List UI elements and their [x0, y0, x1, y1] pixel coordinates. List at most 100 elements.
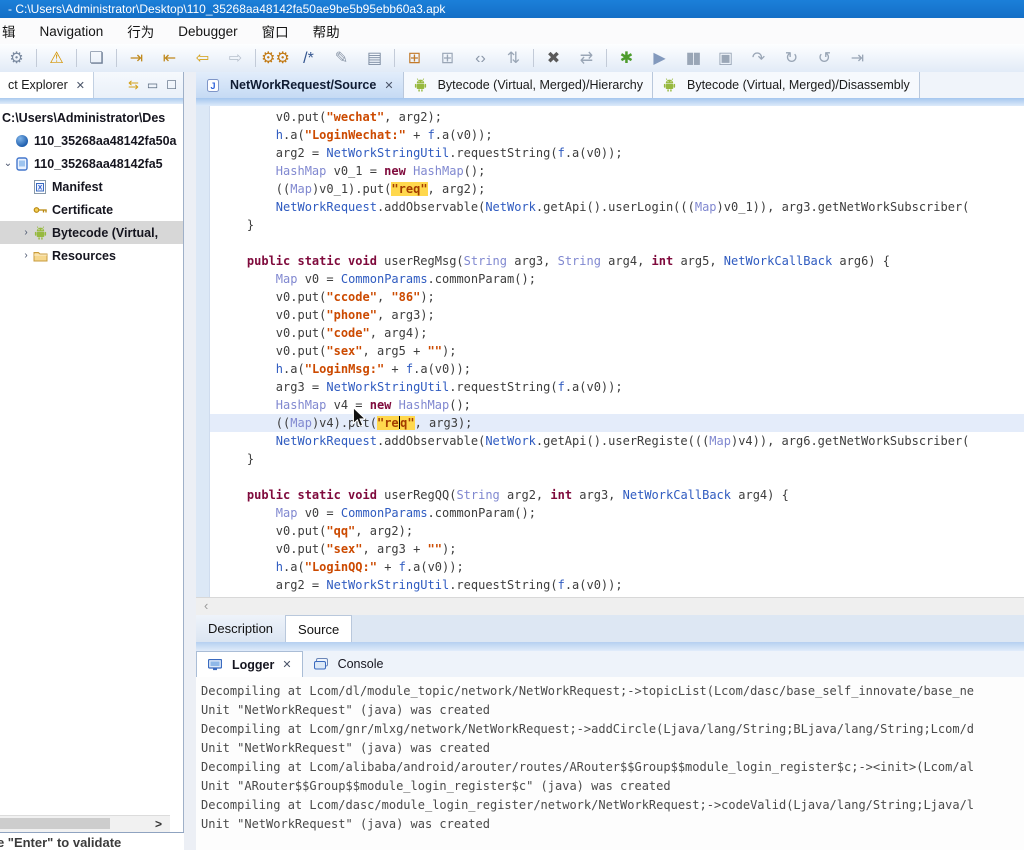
maximize-icon[interactable]: ☐ — [166, 78, 177, 92]
code-line-12[interactable]: v0.put("code", arg4); — [210, 324, 1024, 342]
code-line-6[interactable]: } — [210, 216, 1024, 234]
panel-splitter[interactable] — [184, 72, 196, 850]
explorer-tab-underline — [0, 98, 183, 104]
code-tags-icon[interactable]: ‹› — [464, 45, 497, 72]
log-line-1: Unit "NetWorkRequest" (java) was created — [201, 701, 1024, 720]
code-line-26[interactable]: arg2 = NetWorkStringUtil.requestString(f… — [210, 576, 1024, 594]
step-into-icon[interactable]: ↷ — [742, 45, 775, 72]
stop-icon[interactable]: ▣ — [709, 45, 742, 72]
menu-item-2[interactable]: 行为 — [115, 21, 166, 41]
console-tab-console[interactable]: Console — [303, 651, 394, 677]
close-icon[interactable]: ✕ — [282, 658, 291, 671]
warning-icon[interactable]: ⚠ — [40, 45, 73, 72]
logger-output[interactable]: Decompiling at Lcom/dl/module_topic/netw… — [196, 677, 1024, 850]
code-line-9[interactable]: Map v0 = CommonParams.commonParam(); — [210, 270, 1024, 288]
new-window-icon[interactable]: ❏ — [80, 45, 113, 72]
code-line-24[interactable]: v0.put("sex", arg3 + ""); — [210, 540, 1024, 558]
menu-item-5[interactable]: 帮助 — [301, 21, 352, 41]
editor-horizontal-scrollbar[interactable]: ‹ — [196, 597, 1024, 616]
code-line-5[interactable]: NetWorkRequest.addObservable(NetWork.get… — [210, 198, 1024, 216]
forward-icon[interactable]: ⇨ — [219, 45, 252, 72]
hierarchy-icon[interactable]: ⇅ — [497, 45, 530, 72]
debug-bug-icon[interactable]: ✱ — [610, 45, 643, 72]
code-line-7[interactable] — [210, 234, 1024, 252]
comment-icon[interactable]: /* — [292, 45, 325, 72]
code-line-3[interactable]: HashMap v0_1 = new HashMap(); — [210, 162, 1024, 180]
step-over-icon[interactable]: ↻ — [775, 45, 808, 72]
code-line-13[interactable]: v0.put("sex", arg5 + ""); — [210, 342, 1024, 360]
code-line-18[interactable]: NetWorkRequest.addObservable(NetWork.get… — [210, 432, 1024, 450]
insert-cursor-icon[interactable]: ⇥ — [120, 45, 153, 72]
code-line-2[interactable]: arg2 = NetWorkStringUtil.requestString(f… — [210, 144, 1024, 162]
tree-item-resources[interactable]: ›Resources — [0, 244, 183, 267]
minimize-icon[interactable]: ▭ — [147, 78, 158, 92]
tree-item-bytecode-virtual-[interactable]: ›Bytecode (Virtual, — [0, 221, 183, 244]
tree-item-certificate[interactable]: Certificate — [0, 198, 183, 221]
close-icon[interactable]: ✕ — [384, 79, 393, 92]
step-return-icon[interactable]: ↺ — [808, 45, 841, 72]
document-refactor-icon[interactable]: ▤ — [358, 45, 391, 72]
code-line-25[interactable]: h.a("LoginQQ:" + f.a(v0)); — [210, 558, 1024, 576]
code-line-14[interactable]: h.a("LoginMsg:" + f.a(v0)); — [210, 360, 1024, 378]
project-explorer-tab[interactable]: ct Explorer ✕ — [0, 72, 94, 98]
console-tab-logger[interactable]: Logger✕ — [196, 651, 303, 677]
title-bar[interactable]: - C:\Users\Administrator\Desktop\110_352… — [0, 0, 1024, 18]
menu-item-0[interactable]: 辑 — [0, 21, 28, 41]
tree-item-manifest[interactable]: XManifest — [0, 175, 183, 198]
horizontal-splitter[interactable] — [196, 642, 1024, 651]
tree-item-c-users-administrator-de[interactable]: C:\Users\Administrator\Des — [0, 106, 183, 129]
tree-item-110-35268aa48142fa5[interactable]: ⌄110_35268aa48142fa5 — [0, 152, 183, 175]
expand-arrow-icon[interactable]: › — [20, 227, 32, 238]
menu-item-4[interactable]: 窗口 — [250, 21, 301, 41]
back-icon[interactable]: ⇦ — [186, 45, 219, 72]
code-line-4[interactable]: ((Map)v0_1).put("req", arg2); — [210, 180, 1024, 198]
code-line-15[interactable]: arg3 = NetWorkStringUtil.requestString(f… — [210, 378, 1024, 396]
code-line-22[interactable]: Map v0 = CommonParams.commonParam(); — [210, 504, 1024, 522]
insert-block-icon[interactable]: ⇤ — [153, 45, 186, 72]
pencil-icon[interactable]: ✎ — [325, 45, 358, 72]
pause-icon[interactable]: ▮▮ — [676, 45, 709, 72]
wrench-icon[interactable]: ⚙ — [0, 45, 33, 72]
editor-tab-1[interactable]: Bytecode (Virtual, Merged)/Hierarchy — [404, 72, 653, 98]
editor-tab-2[interactable]: Bytecode (Virtual, Merged)/Disassembly — [653, 72, 920, 98]
code-line-19[interactable]: } — [210, 450, 1024, 468]
explorer-horizontal-scrollbar[interactable]: > — [0, 815, 170, 832]
editor-view-tab-description[interactable]: Description — [196, 615, 286, 642]
refresh-icon[interactable]: ⇄ — [570, 45, 603, 72]
editor-bottom-tab-bar: DescriptionSource — [196, 615, 1024, 643]
scrollbar-thumb[interactable] — [0, 818, 110, 829]
menu-item-3[interactable]: Debugger — [166, 24, 249, 39]
editor-view-tab-source[interactable]: Source — [286, 615, 352, 642]
source-code-editor[interactable]: v0.put("wechat", arg2); h.a("LoginWechat… — [196, 106, 1024, 597]
link-editor-icon[interactable]: ⇆ — [128, 77, 139, 93]
collapse-arrow-icon[interactable]: ⌄ — [2, 158, 14, 169]
gears-icon[interactable]: ⚙⚙ — [259, 45, 292, 72]
delete-icon[interactable]: ✖ — [537, 45, 570, 72]
detach-icon[interactable]: ⇥ — [841, 45, 874, 72]
code-line-11[interactable]: v0.put("phone", arg3); — [210, 306, 1024, 324]
grid-active-icon[interactable]: ⊞ — [398, 45, 431, 72]
code-line-16[interactable]: HashMap v4 = new HashMap(); — [210, 396, 1024, 414]
apk-sphere-icon — [14, 135, 30, 147]
resume-icon[interactable]: ▶ — [643, 45, 676, 72]
code-line-1[interactable]: h.a("LoginWechat:" + f.a(v0)); — [210, 126, 1024, 144]
code-line-23[interactable]: v0.put("qq", arg2); — [210, 522, 1024, 540]
log-line-6: Decompiling at Lcom/dasc/module_login_re… — [201, 796, 1024, 815]
java-file-icon: J — [205, 79, 221, 92]
code-line-20[interactable] — [210, 468, 1024, 486]
editor-tab-label: NetWorkRequest/Source — [230, 78, 376, 92]
editor-tab-0[interactable]: J NetWorkRequest/Source ✕ — [196, 72, 404, 98]
grid-icon[interactable]: ⊞ — [431, 45, 464, 72]
menu-item-1[interactable]: Navigation — [28, 24, 116, 39]
code-line-0[interactable]: v0.put("wechat", arg2); — [210, 108, 1024, 126]
scroll-right-arrow-icon[interactable]: > — [155, 816, 162, 832]
tree-item-110-35268aa48142fa50a[interactable]: 110_35268aa48142fa50a — [0, 129, 183, 152]
code-line-10[interactable]: v0.put("ccode", "86"); — [210, 288, 1024, 306]
tree-item-label: C:\Users\Administrator\Des — [2, 111, 165, 125]
expand-arrow-icon[interactable]: › — [20, 250, 32, 261]
scroll-left-arrow-icon[interactable]: ‹ — [204, 598, 208, 614]
code-line-21[interactable]: public static void userRegQQ(String arg2… — [210, 486, 1024, 504]
code-line-8[interactable]: public static void userRegMsg(String arg… — [210, 252, 1024, 270]
code-line-17[interactable]: ((Map)v4).put("req", arg3); — [210, 414, 1024, 432]
close-icon[interactable]: ✕ — [76, 79, 85, 92]
